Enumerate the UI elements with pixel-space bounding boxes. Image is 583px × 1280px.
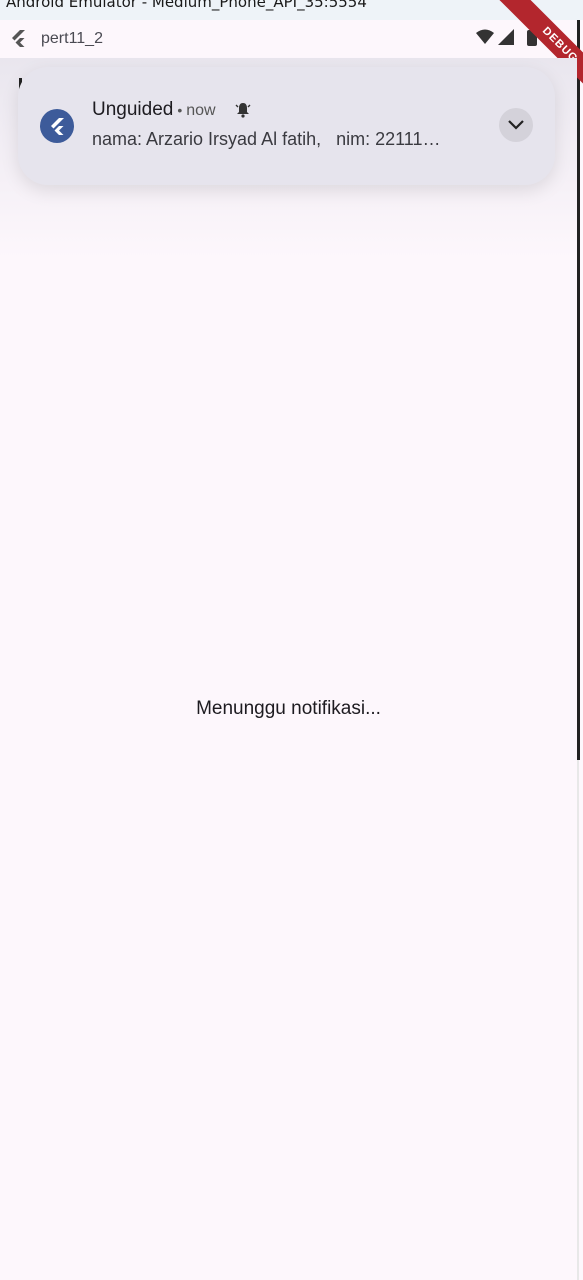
notification-card[interactable]: Unguided • now nama: Arzario Irsyad Al fat…: [18, 67, 555, 185]
expand-button[interactable]: [499, 108, 533, 142]
window-border-lower: [577, 760, 579, 1280]
bell-icon: [235, 103, 251, 118]
flutter-logo-icon: [12, 30, 25, 47]
status-bar: pert11_2: [0, 20, 577, 58]
notification-header: Unguided • now: [92, 99, 216, 121]
flutter-logo-icon: [40, 109, 74, 143]
notification-separator: •: [177, 102, 183, 118]
window-border: [577, 20, 580, 760]
notification-time: now: [186, 102, 216, 119]
app-name: pert11_2: [41, 30, 103, 47]
waiting-message: Menunggu notifikasi...: [196, 698, 381, 719]
emulator-title-bar: Android Emulator - Medium_Phone_API_35:5…: [0, 0, 583, 20]
wifi-icon: [476, 29, 494, 44]
signal-icon: [498, 29, 514, 45]
notification-body: nama: Arzario Irsyad Al fatih, nim: 2211…: [92, 129, 441, 149]
notification-app-name: Unguided: [92, 99, 174, 120]
chevron-down-icon: [508, 120, 524, 130]
window-title: Android Emulator - Medium_Phone_API_35:5…: [6, 0, 367, 11]
